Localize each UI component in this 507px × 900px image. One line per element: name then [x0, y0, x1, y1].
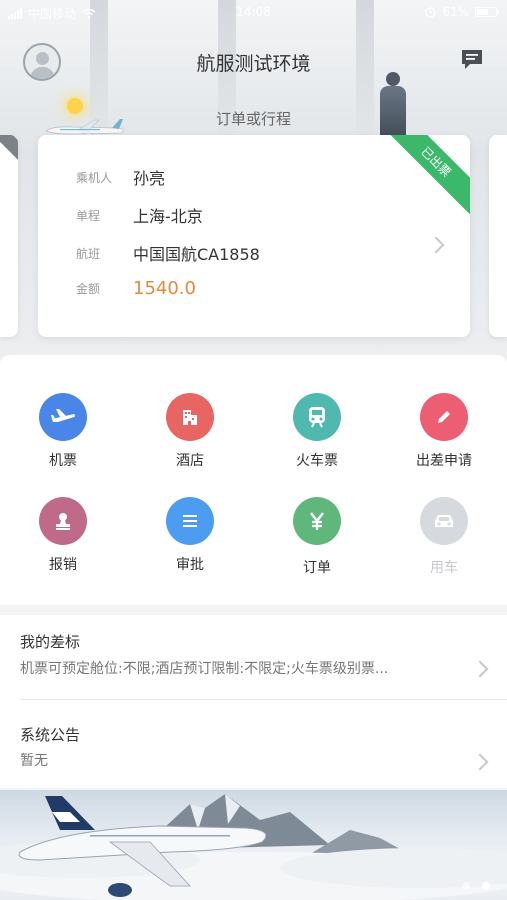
- ticket-status-ribbon: 已出票: [381, 135, 470, 217]
- battery-percent: 61%: [442, 5, 469, 19]
- service-flight[interactable]: 机票: [8, 393, 118, 470]
- service-label: 报销: [49, 557, 77, 573]
- travel-policy-detail: 机票可预定舱位:不限;酒店预订限制:不限定;火车票级别票...: [20, 661, 389, 677]
- service-hotel[interactable]: 酒店: [135, 393, 245, 470]
- hotel-icon: [183, 410, 197, 425]
- service-icon-circle: [420, 497, 468, 545]
- service-grid: 机票 酒店 火车票 出差申请 报销 审批 订单 用车: [0, 355, 507, 605]
- promo-banner[interactable]: [0, 790, 507, 900]
- order-route-row: 单程 上海-北京: [76, 203, 203, 227]
- travel-policy-title: 我的差标: [20, 633, 81, 651]
- service-icon-circle: [39, 497, 87, 545]
- service-label: 机票: [49, 453, 77, 469]
- travel-policy-row[interactable]: 我的差标 机票可预定舱位:不限;酒店预订限制:不限定;火车票级别票...: [0, 615, 507, 705]
- order-row-label: 乘机人: [76, 170, 113, 185]
- service-icon-circle: [420, 393, 468, 441]
- banner-page-dot[interactable]: [462, 882, 470, 890]
- service-label: 审批: [176, 557, 204, 573]
- order-passenger-row: 乘机人 孙亮: [76, 165, 165, 189]
- order-row-label: 单程: [76, 208, 101, 223]
- service-trip-request[interactable]: 出差申请: [389, 393, 499, 470]
- stamp-icon: [56, 513, 70, 530]
- prev-order-card[interactable]: [0, 135, 18, 337]
- plane-icon: [51, 409, 75, 422]
- message-icon[interactable]: [460, 48, 484, 70]
- banner-page-dot[interactable]: [482, 882, 490, 890]
- service-icon-circle: [166, 393, 214, 441]
- train-icon: [309, 407, 325, 428]
- service-label: 订单: [303, 560, 331, 576]
- order-row-value: 上海-北京: [133, 207, 203, 226]
- system-notice-row[interactable]: 系统公告 暂无: [0, 700, 507, 790]
- order-amount: 1540.0: [133, 278, 196, 299]
- service-orders[interactable]: 订单: [262, 497, 372, 577]
- car-icon: [435, 515, 453, 527]
- order-flight-row: 航班 中国国航CA1858: [76, 241, 260, 265]
- order-row-label: 金额: [76, 282, 101, 296]
- service-label: 用车: [430, 560, 458, 576]
- page-title: 航服测试环境: [196, 53, 311, 75]
- service-label: 酒店: [176, 453, 204, 469]
- sun-decoration: [67, 98, 83, 114]
- order-row-value: 中国国航CA1858: [133, 245, 260, 264]
- battery-icon: [475, 7, 499, 17]
- service-label: 出差申请: [416, 453, 472, 469]
- service-train[interactable]: 火车票: [262, 393, 372, 470]
- service-reimburse[interactable]: 报销: [8, 497, 118, 574]
- system-notice-detail: 暂无: [20, 753, 48, 769]
- service-approval[interactable]: 审批: [135, 497, 245, 574]
- order-card[interactable]: 已出票 乘机人 孙亮 单程 上海-北京 航班 中国国航CA1858 金额 154…: [38, 135, 470, 337]
- list-icon: [183, 515, 197, 527]
- mountain-airplane-illustration: [0, 794, 507, 900]
- service-label: 火车票: [296, 453, 338, 469]
- alarm-icon: [425, 6, 436, 18]
- next-order-card[interactable]: [489, 135, 507, 337]
- chevron-right-icon: [471, 660, 489, 678]
- service-car: 用车: [389, 497, 499, 577]
- service-icon-circle: [293, 497, 341, 545]
- yen-icon: [310, 512, 324, 530]
- service-icon-circle: [166, 497, 214, 545]
- info-list: 我的差标 机票可预定舱位:不限;酒店预订限制:不限定;火车票级别票... 系统公…: [0, 605, 507, 788]
- chevron-right-icon: [471, 753, 489, 771]
- order-row-value: 孙亮: [133, 169, 166, 188]
- status-bar: 中国移动 14:08 61%: [0, 0, 507, 26]
- system-notice-title: 系统公告: [20, 726, 81, 744]
- order-row-label: 航班: [76, 246, 101, 261]
- order-amount-row: 金额 1540.0: [76, 278, 196, 299]
- pencil-icon: [438, 411, 450, 423]
- service-icon-circle: [39, 393, 87, 441]
- chevron-right-icon: [427, 236, 445, 254]
- traveler-figure: [376, 72, 410, 142]
- service-icon-circle: [293, 393, 341, 441]
